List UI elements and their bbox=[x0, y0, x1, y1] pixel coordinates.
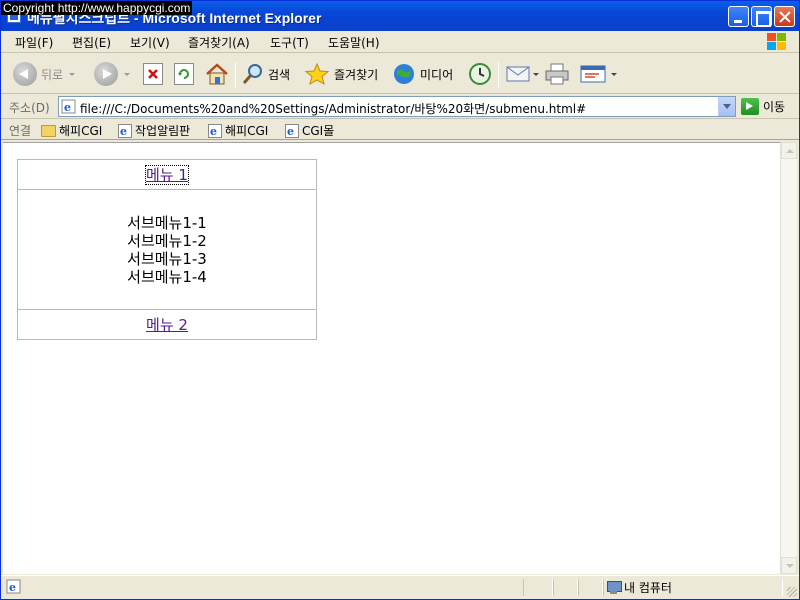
edit-button[interactable] bbox=[579, 60, 617, 88]
submenu-item[interactable]: 서브메뉴1-3 bbox=[18, 250, 316, 268]
status-bar: e 내 컴퓨터 bbox=[1, 575, 799, 599]
page-content: 메뉴 1 서브메뉴1-1 서브메뉴1-2 서브메뉴1-3 서브메뉴1-4 메뉴 … bbox=[3, 142, 780, 574]
menu1-link[interactable]: 메뉴 1 bbox=[145, 165, 189, 185]
computer-icon bbox=[607, 580, 622, 595]
menu-help[interactable]: 도움말(H) bbox=[328, 34, 380, 51]
forward-dropdown-icon[interactable] bbox=[124, 72, 130, 76]
link-label: 작업알림판 bbox=[135, 124, 191, 138]
link-item[interactable]: 해피CGI bbox=[41, 122, 102, 139]
copyright-overlay: Copyright http://www.happycgi.com bbox=[1, 1, 193, 15]
forward-arrow-icon bbox=[94, 62, 118, 86]
go-label: 이동 bbox=[763, 100, 786, 114]
menu-file[interactable]: 파일(F) bbox=[15, 34, 53, 51]
print-button[interactable] bbox=[544, 60, 570, 88]
menu-table: 메뉴 1 서브메뉴1-1 서브메뉴1-2 서브메뉴1-3 서브메뉴1-4 메뉴 … bbox=[17, 159, 317, 340]
go-arrow-icon bbox=[741, 98, 759, 115]
favorites-button[interactable]: 즐겨찾기 bbox=[304, 60, 378, 88]
media-globe-icon bbox=[394, 64, 414, 84]
svg-text:e: e bbox=[64, 101, 71, 114]
submenu-item[interactable]: 서브메뉴1-1 bbox=[18, 214, 316, 232]
address-input[interactable]: e file:///C:/Documents%20and%20Settings/… bbox=[58, 96, 736, 117]
printer-icon bbox=[545, 63, 569, 85]
vertical-scrollbar[interactable] bbox=[780, 142, 797, 574]
resize-grip-icon[interactable] bbox=[787, 587, 797, 597]
toolbar-separator bbox=[235, 62, 236, 88]
back-arrow-icon bbox=[13, 62, 37, 86]
edit-dropdown-icon[interactable] bbox=[611, 72, 617, 76]
scroll-up-button[interactable] bbox=[781, 142, 797, 159]
svg-text:e: e bbox=[210, 125, 217, 138]
back-button[interactable]: 뒤로 bbox=[13, 60, 76, 88]
menu-favorites[interactable]: 즐겨찾기(A) bbox=[188, 34, 250, 51]
ie-page-icon: e bbox=[6, 579, 21, 594]
svg-text:e: e bbox=[287, 125, 294, 138]
media-button[interactable]: 미디어 bbox=[392, 60, 453, 88]
security-zone: 내 컴퓨터 bbox=[607, 579, 672, 596]
menu-edit[interactable]: 편집(E) bbox=[72, 34, 111, 51]
folder-icon bbox=[41, 124, 56, 137]
link-item[interactable]: e 해피CGI bbox=[208, 122, 268, 139]
status-segment bbox=[578, 579, 603, 596]
forward-button[interactable] bbox=[94, 60, 130, 88]
address-bar: 주소(D) e file:///C:/Documents%20and%20Set… bbox=[1, 95, 799, 119]
minimize-button[interactable] bbox=[728, 6, 749, 27]
mail-icon bbox=[506, 66, 530, 82]
windows-logo-icon bbox=[767, 33, 787, 51]
link-label: 해피CGI bbox=[59, 124, 103, 138]
menu1-cell: 메뉴 1 bbox=[17, 159, 317, 190]
svg-text:e: e bbox=[9, 581, 16, 594]
history-clock-icon bbox=[469, 63, 491, 85]
toolbar-separator bbox=[498, 62, 499, 88]
submenu-item[interactable]: 서브메뉴1-2 bbox=[18, 232, 316, 250]
media-label: 미디어 bbox=[420, 67, 454, 82]
link-label: 해피CGI bbox=[225, 124, 269, 138]
refresh-button[interactable] bbox=[174, 60, 194, 88]
scroll-down-button[interactable] bbox=[781, 557, 797, 574]
standard-toolbar: 뒤로 검색 즐겨찾기 미디어 bbox=[1, 54, 799, 94]
edit-page-icon bbox=[580, 65, 606, 83]
back-dropdown-icon[interactable] bbox=[69, 72, 76, 76]
star-icon bbox=[304, 62, 330, 86]
search-button[interactable]: 검색 bbox=[241, 60, 290, 88]
ie-page-icon: e bbox=[285, 123, 299, 138]
address-url: file:///C:/Documents%20and%20Settings/Ad… bbox=[80, 102, 587, 116]
browser-window: 메뉴펼치스크립트 - Microsoft Internet Explorer C… bbox=[0, 0, 800, 600]
close-button[interactable] bbox=[774, 6, 795, 27]
status-segment bbox=[553, 579, 578, 596]
menu-bar: 파일(F) 편집(E) 보기(V) 즐겨찾기(A) 도구(T) 도움말(H) bbox=[1, 31, 799, 53]
favorites-label: 즐겨찾기 bbox=[334, 67, 379, 82]
address-label: 주소(D) bbox=[9, 101, 50, 115]
svg-text:e: e bbox=[120, 125, 127, 138]
stop-button[interactable] bbox=[143, 60, 163, 88]
status-segment bbox=[523, 579, 553, 596]
link-item[interactable]: e CGI몰 bbox=[285, 122, 334, 139]
zone-label: 내 컴퓨터 bbox=[624, 581, 672, 595]
link-label: CGI몰 bbox=[302, 124, 335, 138]
mail-dropdown-icon[interactable] bbox=[533, 72, 539, 76]
menu2-link[interactable]: 메뉴 2 bbox=[146, 316, 188, 334]
address-dropdown-icon[interactable] bbox=[718, 97, 735, 116]
search-icon bbox=[242, 64, 262, 84]
links-label: 연결 bbox=[9, 124, 32, 138]
submenu-item[interactable]: 서브메뉴1-4 bbox=[18, 268, 316, 286]
home-icon bbox=[206, 63, 228, 85]
menu-view[interactable]: 보기(V) bbox=[130, 34, 170, 51]
home-button[interactable] bbox=[204, 60, 230, 88]
refresh-icon bbox=[174, 63, 194, 85]
ie-page-icon: e bbox=[61, 99, 76, 114]
go-button[interactable]: 이동 bbox=[741, 98, 785, 115]
history-button[interactable] bbox=[468, 60, 492, 88]
back-label: 뒤로 bbox=[41, 67, 64, 82]
mail-button[interactable] bbox=[505, 60, 539, 88]
stop-icon bbox=[143, 63, 163, 85]
menu2-cell: 메뉴 2 bbox=[17, 309, 317, 340]
links-bar: 연결 해피CGI e 작업알림판 e 해피CGI e CGI몰 bbox=[1, 120, 799, 140]
maximize-button[interactable] bbox=[751, 6, 772, 27]
ie-page-icon: e bbox=[118, 123, 132, 138]
search-label: 검색 bbox=[268, 67, 291, 82]
link-item[interactable]: e 작업알림판 bbox=[118, 122, 190, 139]
ie-page-icon: e bbox=[208, 123, 222, 138]
menu-tools[interactable]: 도구(T) bbox=[270, 34, 309, 51]
submenu-cell: 서브메뉴1-1 서브메뉴1-2 서브메뉴1-3 서브메뉴1-4 bbox=[17, 189, 317, 310]
